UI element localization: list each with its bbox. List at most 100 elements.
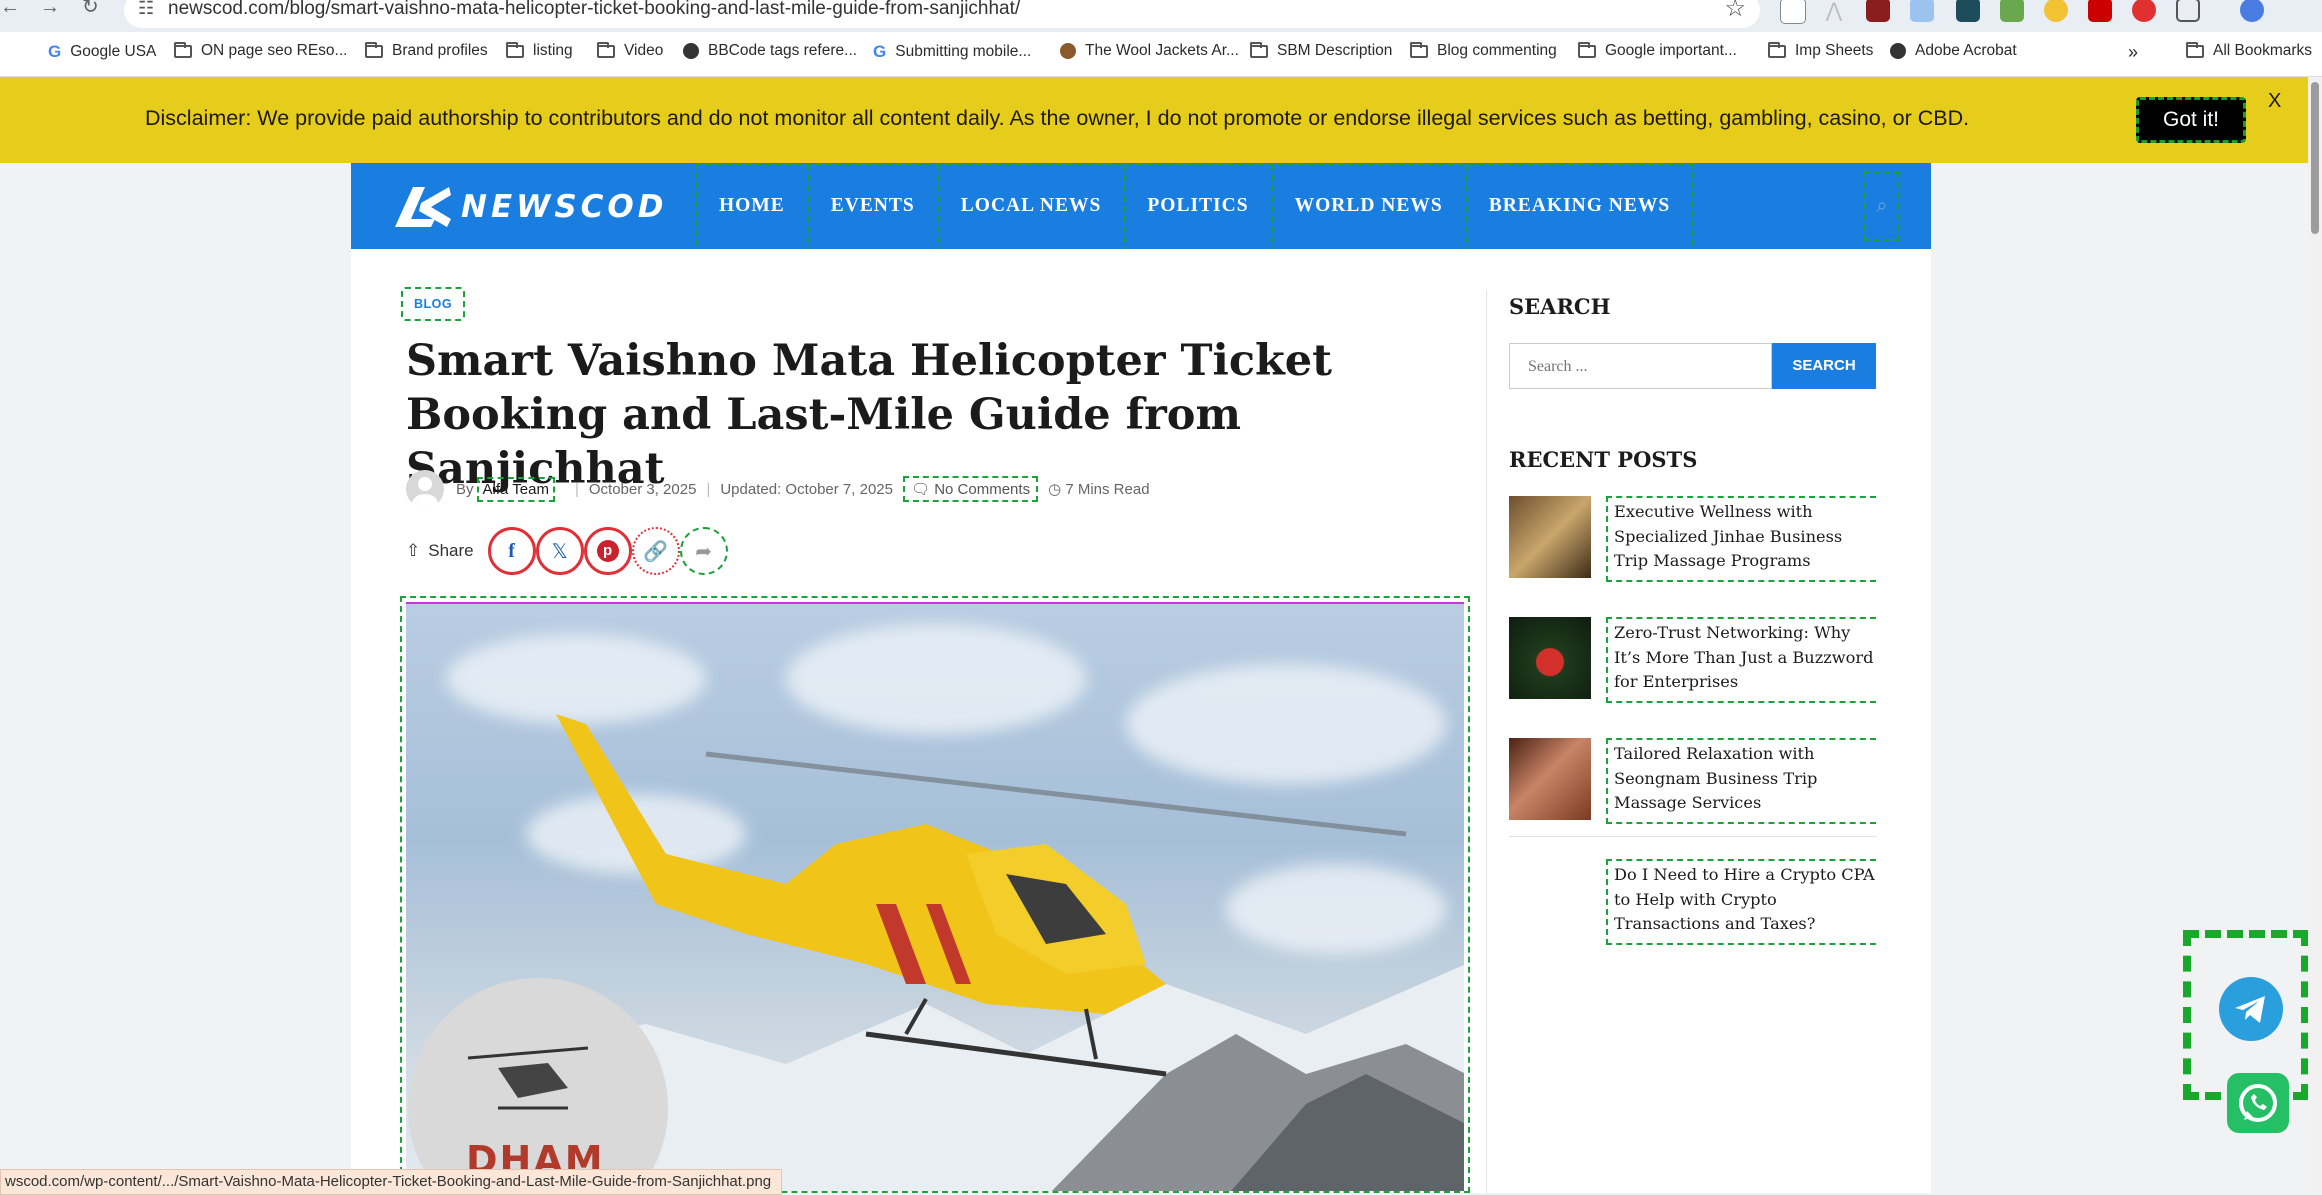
all-bookmarks-button[interactable]: All Bookmarks [2186,41,2312,60]
profile-avatar[interactable] [2240,0,2264,22]
extension-icon[interactable]: ⋀ [1822,0,1846,22]
bookmark-item[interactable]: listing [506,41,573,60]
bookmark-item[interactable]: SBM Description [1250,41,1392,60]
page-scrollbar[interactable] [2308,77,2322,1193]
by-label: By [456,480,474,498]
menu-item-events[interactable]: EVENTS [809,165,939,253]
folder-icon [2186,41,2204,58]
bookmark-item[interactable]: G Google USA [48,42,156,62]
recent-post-item[interactable]: Executive Wellness with Specialized Jinh… [1509,496,1877,582]
more-bookmarks-button[interactable]: » [2128,42,2138,63]
category-badge[interactable]: BLOG [401,287,465,321]
site-info-icon[interactable]: ☷ [138,0,154,19]
comment-icon: 🗨 [910,481,931,498]
bookmark-item[interactable]: G Submitting mobile... [873,42,1031,62]
close-disclaimer-button[interactable]: X [2268,90,2281,113]
got-it-button[interactable]: Got it! [2136,97,2246,143]
recent-post-thumbnail[interactable] [1509,617,1591,699]
menu-item-breaking-news[interactable]: BREAKING NEWS [1467,165,1693,253]
bookmark-item[interactable]: Adobe Acrobat [1890,42,2017,60]
google-icon: G [48,42,62,61]
pinterest-icon: p [596,540,619,562]
opera-icon[interactable] [2132,0,2156,22]
telegram-icon[interactable] [2219,977,2283,1041]
extension-icon[interactable] [2044,0,2068,22]
globe-icon [1890,43,1906,59]
extension-icon[interactable] [2088,0,2112,22]
recent-post-title[interactable]: Tailored Relaxation with Seongnam Busine… [1606,738,1876,824]
sidebar-search-button[interactable]: SEARCH [1772,343,1876,389]
recent-post-title[interactable]: Executive Wellness with Specialized Jinh… [1606,496,1876,582]
back-icon[interactable]: ← [0,0,20,20]
whatsapp-icon[interactable] [2227,1073,2289,1133]
url-text[interactable]: newscod.com/blog/smart-vaishno-mata-heli… [168,0,1020,20]
extension-icon[interactable] [1956,0,1980,22]
folder-icon [1768,41,1786,58]
menu-item-politics[interactable]: POLITICS [1125,165,1273,253]
bookmark-item[interactable]: The Wool Jackets Ar... [1060,42,1239,60]
extensions-puzzle-icon[interactable] [2176,0,2200,22]
bookmarks-bar: G Google USA ON page seo REso... Brand pr… [0,32,2322,77]
recent-post-item[interactable]: Do I Need to Hire a Crypto CPA to Help w… [1509,859,1877,945]
site-icon [1060,43,1076,59]
recent-posts-title: RECENT POSTS [1509,447,1698,472]
address-bar[interactable]: ☷ newscod.com/blog/smart-vaishno-mata-he… [124,0,1760,28]
bookmark-star-icon[interactable]: ☆ [1724,0,1746,23]
reload-icon[interactable]: ↻ [82,0,99,20]
article-meta: By Alfa Team | October 3, 2025 | Updated… [406,469,1150,509]
featured-image[interactable]: DHAM [400,596,1470,1193]
updated-label: Updated: [720,480,782,498]
bookmark-item[interactable]: BBCode tags refere... [683,42,857,60]
logo-mark-icon [391,183,455,231]
recent-post-title[interactable]: Zero-Trust Networking: Why It’s More Tha… [1606,617,1876,703]
scrollbar-thumb[interactable] [2311,82,2319,234]
facebook-share-button[interactable]: f [487,527,536,575]
share-icon: ⇧ [406,541,421,560]
comments-link[interactable]: 🗨 No Comments [902,476,1039,502]
folder-icon [1250,41,1268,58]
globe-icon [683,43,699,59]
folder-icon [1578,41,1596,58]
folder-icon [597,41,615,58]
share-label: ⇧ Share [406,541,474,560]
menu-item-home[interactable]: HOME [697,165,809,253]
extension-icon[interactable] [2000,0,2024,22]
recent-post-title[interactable]: Do I Need to Hire a Crypto CPA to Help w… [1606,859,1876,945]
google-icon: G [873,42,887,61]
sidebar-search-field[interactable] [1509,343,1772,389]
bookmark-item[interactable]: Google important... [1578,41,1737,60]
column-divider [1486,290,1487,1193]
bookmark-item[interactable]: Video [597,41,663,60]
forward-share-icon: ➦ [695,540,712,563]
updated-date: October 7, 2025 [785,480,893,498]
meta-separator: | [706,480,711,498]
recent-post-item[interactable]: Zero-Trust Networking: Why It’s More Tha… [1509,617,1877,703]
copy-link-button[interactable]: 🔗 [631,527,680,575]
link-status-bar: wscod.com/wp-content/.../Smart-Vaishno-M… [0,1169,783,1195]
reading-list-icon[interactable] [1780,0,1806,24]
logo-text: NEWSCOD [461,189,668,225]
facebook-icon: f [508,539,515,562]
recent-post-thumbnail[interactable] [1509,496,1591,578]
bookmark-item[interactable]: Imp Sheets [1768,41,1873,60]
sidebar-search-input[interactable] [1526,357,1760,377]
x-share-button[interactable]: 𝕏 [535,527,584,575]
header-search-icon[interactable]: ⌕ [1864,171,1900,241]
extension-icon[interactable] [1910,0,1934,22]
author-link[interactable]: Alfa Team [476,476,555,502]
bookmark-item[interactable]: Brand profiles [365,41,488,60]
site-logo[interactable]: NEWSCOD [391,182,667,232]
extension-icon[interactable] [1866,0,1890,22]
clock-icon: ◷ [1048,481,1062,498]
recent-post-item[interactable]: Tailored Relaxation with Seongnam Busine… [1509,738,1877,824]
bookmark-item[interactable]: Blog commenting [1410,41,1557,60]
sidebar-search-title: SEARCH [1509,294,1611,319]
bookmark-item[interactable]: ON page seo REso... [174,41,347,60]
more-share-button[interactable]: ➦ [679,527,728,575]
pinterest-share-button[interactable]: p [583,527,632,575]
recent-post-thumbnail[interactable] [1509,738,1591,820]
menu-item-world-news[interactable]: WORLD NEWS [1273,165,1467,253]
forward-icon[interactable]: → [40,0,60,20]
folder-icon [174,41,192,58]
menu-item-local-news[interactable]: LOCAL NEWS [939,165,1126,253]
